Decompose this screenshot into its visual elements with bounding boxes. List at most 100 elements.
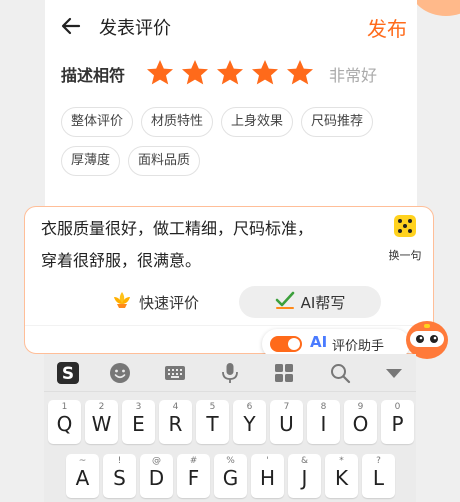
quick-review-label: 快速评价 bbox=[138, 293, 199, 312]
key-letter: S bbox=[113, 466, 126, 490]
keyboard-icon[interactable] bbox=[163, 361, 187, 385]
key-letter: G bbox=[222, 466, 239, 490]
key-secondary-label: @ bbox=[152, 456, 161, 466]
search-icon[interactable] bbox=[328, 361, 352, 385]
key-secondary-label: 2 bbox=[98, 402, 105, 412]
shuffle-button[interactable]: 换一句 bbox=[381, 214, 429, 272]
ai-badge: AI bbox=[310, 333, 328, 351]
tag-chip[interactable]: 上身效果 bbox=[221, 107, 294, 137]
key-j[interactable]: & J bbox=[288, 454, 321, 498]
sogou-logo-icon[interactable]: S bbox=[56, 361, 80, 385]
key-letter: D bbox=[148, 466, 165, 490]
tag-chip[interactable]: 尺码推荐 bbox=[301, 107, 374, 137]
key-letter: O bbox=[352, 412, 369, 436]
star-icon[interactable] bbox=[145, 58, 175, 86]
key-secondary-label: 5 bbox=[209, 402, 216, 412]
microphone-icon[interactable] bbox=[218, 361, 242, 385]
key-k[interactable]: * K bbox=[325, 454, 358, 498]
key-w[interactable]: 2W bbox=[85, 400, 118, 444]
key-letter: P bbox=[391, 412, 404, 436]
tag-chip[interactable]: 材质特性 bbox=[141, 107, 214, 137]
page-title: 发表评价 bbox=[99, 18, 171, 39]
key-secondary-label: ? bbox=[376, 456, 381, 466]
key-secondary-label: 1 bbox=[61, 402, 68, 412]
key-l[interactable]: ? L bbox=[362, 454, 395, 498]
apps-grid-icon[interactable] bbox=[272, 361, 296, 385]
star-icon[interactable] bbox=[285, 58, 315, 86]
key-secondary-label: 8 bbox=[320, 402, 327, 412]
top-bar: 发表评价 发布 bbox=[45, 10, 417, 46]
ai-write-label: AI帮写 bbox=[300, 293, 346, 312]
key-g[interactable]: % G bbox=[214, 454, 247, 498]
key-letter: K bbox=[334, 466, 349, 490]
key-h[interactable]: ' H bbox=[251, 454, 284, 498]
dice-icon bbox=[394, 215, 416, 237]
toggle-switch[interactable] bbox=[270, 336, 302, 352]
key-secondary-label: ' bbox=[266, 456, 269, 466]
key-secondary-label: 0 bbox=[394, 402, 401, 412]
star-icon[interactable] bbox=[180, 58, 210, 86]
rating-text: 非常好 bbox=[329, 66, 378, 85]
key-letter: J bbox=[301, 466, 308, 490]
soft-keyboard: S 1Q2W3E4R5T6Y7U8I9O0P ~ A! S @ D # F% G ' H & J * K?… bbox=[44, 354, 416, 502]
key-secondary-label: 9 bbox=[357, 402, 364, 412]
key-secondary-label: * bbox=[339, 456, 344, 466]
key-y[interactable]: 6Y bbox=[233, 400, 266, 444]
publish-button[interactable]: 发布 bbox=[367, 13, 407, 42]
key-letter: E bbox=[132, 412, 145, 436]
emoji-icon[interactable] bbox=[108, 361, 132, 385]
tag-chip[interactable]: 面料品质 bbox=[128, 146, 201, 176]
key-secondary-label: # bbox=[189, 456, 198, 466]
svg-text:S: S bbox=[62, 364, 74, 384]
key-letter: A bbox=[75, 466, 90, 490]
checkmark-icon bbox=[275, 290, 295, 314]
key-letter: Q bbox=[56, 412, 73, 436]
key-secondary-label: & bbox=[300, 456, 309, 466]
shuffle-label: 换一句 bbox=[388, 249, 422, 262]
key-r[interactable]: 4R bbox=[159, 400, 192, 444]
key-f[interactable]: # F bbox=[177, 454, 210, 498]
key-q[interactable]: 1Q bbox=[48, 400, 81, 444]
tag-chip[interactable]: 整体评价 bbox=[61, 107, 134, 137]
key-a[interactable]: ~ A bbox=[66, 454, 99, 498]
key-u[interactable]: 7U bbox=[270, 400, 303, 444]
key-i[interactable]: 8I bbox=[307, 400, 340, 444]
key-o[interactable]: 9O bbox=[344, 400, 377, 444]
review-line: 穿着很舒服，很满意。 bbox=[41, 251, 202, 270]
key-secondary-label: ~ bbox=[78, 456, 87, 466]
collapse-keyboard-icon[interactable] bbox=[382, 361, 406, 385]
star-icon[interactable] bbox=[250, 58, 280, 86]
divider bbox=[25, 325, 433, 326]
key-p[interactable]: 0P bbox=[381, 400, 414, 444]
key-d[interactable]: @ D bbox=[140, 454, 173, 498]
key-secondary-label: 3 bbox=[135, 402, 142, 412]
key-secondary-label: ! bbox=[117, 456, 122, 466]
key-letter: Y bbox=[243, 412, 256, 436]
key-secondary-label: 7 bbox=[283, 402, 290, 412]
keyboard-toolbar: S bbox=[44, 354, 416, 392]
lotus-icon bbox=[111, 290, 133, 314]
key-letter: U bbox=[279, 412, 294, 436]
key-letter: W bbox=[91, 412, 112, 436]
ai-write-button[interactable]: AI帮写 bbox=[239, 286, 381, 318]
review-line: 衣服质量很好，做工精细，尺码标准， bbox=[41, 219, 314, 238]
star-rating[interactable] bbox=[145, 58, 315, 86]
back-arrow-icon[interactable] bbox=[59, 14, 83, 38]
key-secondary-label: 4 bbox=[172, 402, 179, 412]
key-s[interactable]: ! S bbox=[103, 454, 136, 498]
tag-chip[interactable]: 厚薄度 bbox=[61, 146, 121, 176]
key-letter: I bbox=[320, 412, 327, 436]
key-e[interactable]: 3E bbox=[122, 400, 155, 444]
rating-label: 描述相符 bbox=[61, 66, 126, 85]
key-letter: T bbox=[206, 412, 219, 436]
decorative-circle bbox=[410, 0, 460, 16]
quick-review-button[interactable]: 快速评价 bbox=[99, 286, 211, 318]
key-letter: R bbox=[168, 412, 183, 436]
screen: 发表评价 发布 描述相符 非常好 整体评价 材质特性 上身效果 尺码推荐厚薄度 面料品质… bbox=[0, 0, 460, 502]
star-icon[interactable] bbox=[215, 58, 245, 86]
key-secondary-label: 6 bbox=[246, 402, 253, 412]
key-secondary-label: % bbox=[226, 456, 235, 466]
review-text[interactable]: 衣服质量很好，做工精细，尺码标准， 穿着很舒服，很满意。 bbox=[41, 213, 381, 277]
review-card: 发表评价 发布 描述相符 非常好 整体评价 材质特性 上身效果 尺码推荐厚薄度 面料品质 bbox=[45, 0, 417, 210]
key-t[interactable]: 5T bbox=[196, 400, 229, 444]
